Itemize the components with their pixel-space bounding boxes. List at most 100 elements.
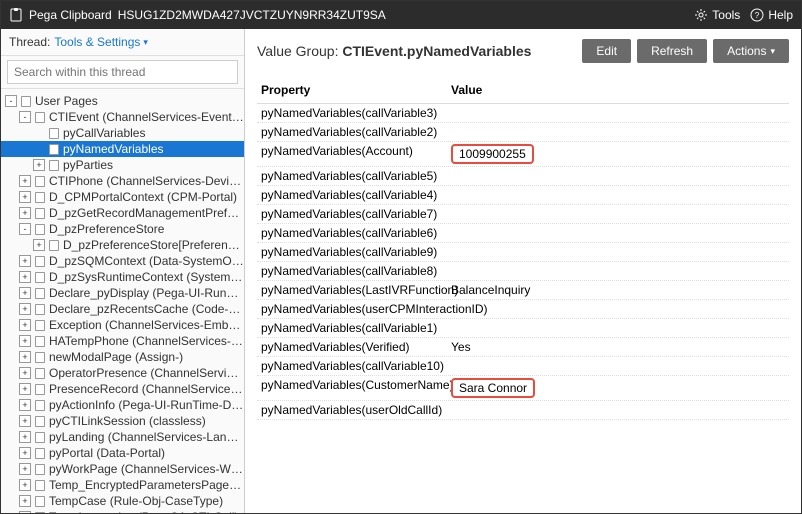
- tree-row[interactable]: +TempInteraction (PegaCA-CTI-Call): [1, 509, 244, 513]
- chevron-down-icon: ▾: [143, 37, 148, 48]
- expand-icon[interactable]: +: [19, 271, 31, 283]
- tree-row[interactable]: +TempCase (Rule-Obj-CaseType): [1, 493, 244, 509]
- expand-icon[interactable]: +: [19, 415, 31, 427]
- table-row[interactable]: pyNamedVariables(Verified)Yes: [257, 338, 789, 357]
- tree-row[interactable]: +pyPortal (Data-Portal): [1, 445, 244, 461]
- table-row[interactable]: pyNamedVariables(callVariable4): [257, 186, 789, 205]
- tree-row[interactable]: - D_pzPreferenceStore: [1, 221, 244, 237]
- table-row[interactable]: pyNamedVariables(callVariable5): [257, 167, 789, 186]
- expand-icon[interactable]: +: [19, 255, 31, 267]
- property-value: 1009900255: [451, 144, 785, 164]
- tree-row[interactable]: +D_pzSQMContext (Data-SystemOperation: [1, 253, 244, 269]
- expand-icon[interactable]: +: [19, 463, 31, 475]
- tree-bullet: [33, 127, 45, 139]
- tree-row[interactable]: +D_pzGetRecordManagementPreferences: [1, 205, 244, 221]
- expand-icon[interactable]: +: [19, 351, 31, 363]
- tree-label: D_pzSysRuntimeContext (System-Runtime: [49, 270, 244, 284]
- search-input[interactable]: [7, 60, 238, 84]
- table-row[interactable]: pyNamedVariables(callVariable10): [257, 357, 789, 376]
- tree-row[interactable]: +OperatorPresence (ChannelServices-Oper: [1, 365, 244, 381]
- tree-row[interactable]: +PresenceRecord (ChannelServices-Opera: [1, 381, 244, 397]
- table-row[interactable]: pyNamedVariables(callVariable7): [257, 205, 789, 224]
- table-row[interactable]: pyNamedVariables(userOldCallId): [257, 401, 789, 420]
- property-name: pyNamedVariables(callVariable4): [261, 188, 451, 202]
- table-header: Property Value: [257, 77, 789, 104]
- tree-row[interactable]: -User Pages: [1, 93, 244, 109]
- tools-menu[interactable]: Tools: [694, 8, 740, 22]
- edit-button[interactable]: Edit: [582, 39, 631, 63]
- tree-row[interactable]: +newModalPage (Assign-): [1, 349, 244, 365]
- page-icon: [34, 207, 46, 219]
- table-row[interactable]: pyNamedVariables(callVariable2): [257, 123, 789, 142]
- table-row[interactable]: pyNamedVariables(userCPMInteractionID): [257, 300, 789, 319]
- collapse-icon[interactable]: -: [19, 223, 31, 235]
- expand-icon[interactable]: +: [19, 175, 31, 187]
- table-row[interactable]: pyNamedVariables(CustomerName)Sara Conno…: [257, 376, 789, 401]
- tree-row[interactable]: + pyLanding (ChannelServices-Landing-Peg: [1, 429, 244, 445]
- expand-icon[interactable]: +: [19, 495, 31, 507]
- tree-row[interactable]: -CTIEvent (ChannelServices-Event-CTILink…: [1, 109, 244, 125]
- tree-row[interactable]: +Declare_pzRecentsCache (Code-Pega-List): [1, 301, 244, 317]
- expand-icon[interactable]: +: [19, 287, 31, 299]
- tree-row[interactable]: +D_pzPreferenceStore[PreferenceOpera: [1, 237, 244, 253]
- table-row[interactable]: pyNamedVariables(callVariable8): [257, 262, 789, 281]
- tree-label: D_pzPreferenceStore: [49, 222, 164, 236]
- collapse-icon[interactable]: -: [19, 111, 31, 123]
- tree-row[interactable]: +pyCTILinkSession (classless): [1, 413, 244, 429]
- table-row[interactable]: pyNamedVariables(Account)1009900255: [257, 142, 789, 167]
- expand-icon[interactable]: +: [19, 511, 31, 513]
- page-icon: [34, 271, 46, 283]
- expand-icon[interactable]: +: [19, 447, 31, 459]
- expand-icon[interactable]: +: [19, 191, 31, 203]
- table-row[interactable]: pyNamedVariables(callVariable9): [257, 243, 789, 262]
- actions-button[interactable]: Actions▾: [713, 39, 789, 63]
- expand-icon[interactable]: +: [19, 399, 31, 411]
- tree-row[interactable]: + D_CPMPortalContext (CPM-Portal): [1, 189, 244, 205]
- tree-label: pyLanding (ChannelServices-Landing-Peg: [49, 430, 244, 444]
- page-icon: [34, 287, 46, 299]
- page-icon: [34, 495, 46, 507]
- expand-icon[interactable]: +: [19, 303, 31, 315]
- thread-selector[interactable]: Tools & Settings ▾: [54, 35, 148, 49]
- col-value: Value: [451, 83, 785, 97]
- gear-icon: [694, 8, 708, 22]
- tree-row[interactable]: + pyActionInfo (Pega-UI-RunTime-Display): [1, 397, 244, 413]
- tree-row[interactable]: +CTIPhone (ChannelServices-Device-Phone: [1, 173, 244, 189]
- property-value: [451, 207, 785, 221]
- expand-icon[interactable]: +: [19, 335, 31, 347]
- expand-icon[interactable]: +: [19, 479, 31, 491]
- table-row[interactable]: pyNamedVariables(LastIVRFunction)Balance…: [257, 281, 789, 300]
- tree-row[interactable]: +pyParties: [1, 157, 244, 173]
- tree-row[interactable]: +pyWorkPage (ChannelServices-Wizard-CTI: [1, 461, 244, 477]
- tree-label: pyActionInfo (Pega-UI-RunTime-Display): [49, 398, 244, 412]
- expand-icon[interactable]: +: [19, 319, 31, 331]
- main-layout: Thread: Tools & Settings ▾ -User Pages-C…: [1, 29, 801, 513]
- table-row[interactable]: pyNamedVariables(callVariable6): [257, 224, 789, 243]
- tree-row[interactable]: pyCallVariables: [1, 125, 244, 141]
- expand-icon[interactable]: +: [19, 207, 31, 219]
- collapse-icon[interactable]: -: [5, 95, 17, 107]
- expand-icon[interactable]: +: [19, 431, 31, 443]
- table-row[interactable]: pyNamedVariables(callVariable1): [257, 319, 789, 338]
- table-row[interactable]: pyNamedVariables(callVariable3): [257, 104, 789, 123]
- help-menu[interactable]: ? Help: [750, 8, 793, 22]
- expand-icon[interactable]: +: [33, 159, 45, 171]
- tree-row[interactable]: pyNamedVariables: [1, 141, 244, 157]
- tree-row[interactable]: +HATempPhone (ChannelServices-Device-P: [1, 333, 244, 349]
- tree-label: D_CPMPortalContext (CPM-Portal): [49, 190, 237, 204]
- tree-row[interactable]: +Temp_EncryptedParametersPage (@base: [1, 477, 244, 493]
- tree-row[interactable]: +Declare_pyDisplay (Pega-UI-RunTime-Disp: [1, 285, 244, 301]
- expand-icon[interactable]: +: [19, 367, 31, 379]
- property-name: pyNamedVariables(callVariable3): [261, 106, 451, 120]
- property-name: pyNamedVariables(userCPMInteractionID): [261, 302, 451, 316]
- tree-row[interactable]: + D_pzSysRuntimeContext (System-Runtime: [1, 269, 244, 285]
- property-value: [451, 125, 785, 139]
- page-icon: [34, 367, 46, 379]
- svg-text:?: ?: [755, 11, 760, 20]
- clipboard-tree[interactable]: -User Pages-CTIEvent (ChannelServices-Ev…: [1, 89, 244, 513]
- tree-row[interactable]: +Exception (ChannelServices-Embed-Excep: [1, 317, 244, 333]
- expand-icon[interactable]: +: [33, 239, 45, 251]
- expand-icon[interactable]: +: [19, 383, 31, 395]
- refresh-button[interactable]: Refresh: [637, 39, 707, 63]
- table-body: pyNamedVariables(callVariable3) pyNamedVa…: [257, 104, 789, 420]
